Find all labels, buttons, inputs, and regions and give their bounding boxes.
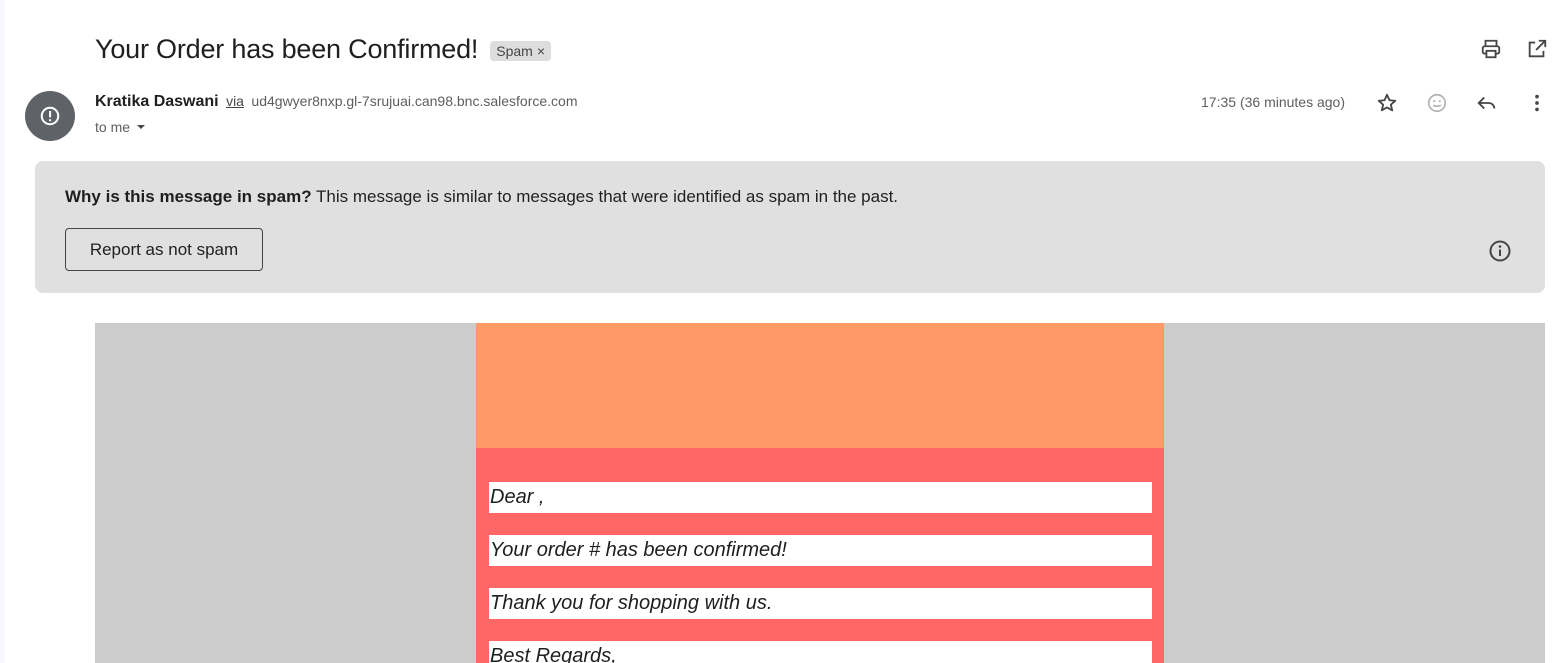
warning-icon <box>40 106 60 126</box>
message-actions <box>1374 90 1550 116</box>
email-subject: Your Order has been Confirmed! <box>95 33 479 64</box>
more-vert-icon[interactable] <box>1524 90 1550 116</box>
spam-explanation: Why is this message in spam? This messag… <box>65 187 898 207</box>
email-body: Dear , Your order # has been confirmed! … <box>95 323 1545 663</box>
chevron-down-icon <box>137 125 146 129</box>
confirmation-line: Your order # has been confirmed! <box>489 535 1152 566</box>
via-link[interactable]: via <box>226 93 244 109</box>
reply-icon[interactable] <box>1474 90 1500 116</box>
message-timestamp: 17:35 (36 minutes ago) <box>1201 94 1345 110</box>
star-icon[interactable] <box>1374 90 1400 116</box>
remove-label-icon[interactable]: × <box>537 43 545 59</box>
spam-question: Why is this message in spam? <box>65 187 312 206</box>
open-in-new-window-icon[interactable] <box>1524 36 1550 62</box>
recipient-text: to me <box>95 119 131 135</box>
greeting-line: Dear , <box>489 482 1152 513</box>
report-not-spam-button[interactable]: Report as not spam <box>65 228 263 271</box>
left-edge-strip <box>0 0 5 663</box>
thanks-line: Thank you for shopping with us. <box>489 588 1152 619</box>
spam-warning-banner: Why is this message in spam? This messag… <box>35 161 1545 293</box>
spam-explanation-text: This message is similar to messages that… <box>311 187 899 206</box>
sender-name[interactable]: Kratika Daswani <box>95 93 219 110</box>
info-icon[interactable] <box>1488 239 1512 263</box>
subject-row: Your Order has been Confirmed! Spam × <box>95 30 551 68</box>
signoff-line: Best Regards, <box>489 641 1152 663</box>
sender-avatar <box>25 91 75 141</box>
spam-label-chip[interactable]: Spam × <box>490 40 551 61</box>
emoji-icon[interactable] <box>1424 90 1450 116</box>
spam-label-text: Spam <box>496 42 533 59</box>
email-card-header <box>476 323 1164 448</box>
sender-address: ud4gwyer8nxp.gl-7srujuai.can98.bnc.sales… <box>251 93 578 109</box>
print-icon[interactable] <box>1478 36 1504 62</box>
recipient-toggle[interactable]: to me <box>95 119 146 135</box>
sender-line: Kratika Daswani via ud4gwyer8nxp.gl-7sru… <box>95 93 578 111</box>
top-actions <box>1478 36 1550 62</box>
email-card: Dear , Your order # has been confirmed! … <box>476 323 1164 663</box>
